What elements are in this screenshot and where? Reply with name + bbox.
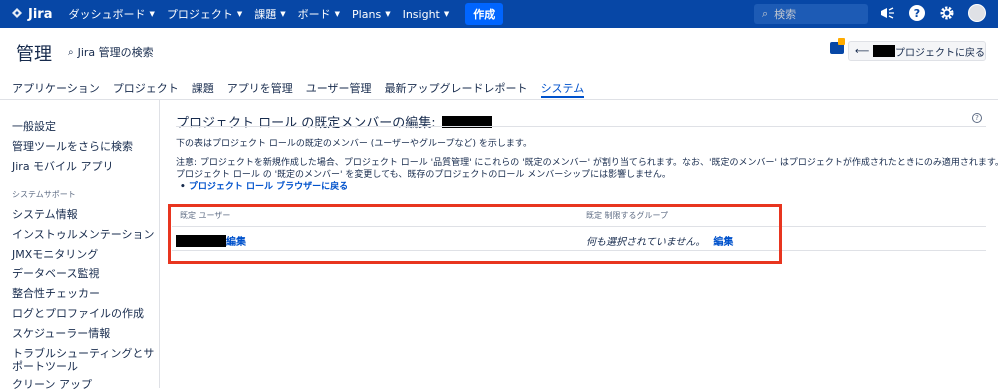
chevron-down-icon: ▼ <box>334 10 341 18</box>
avatar <box>968 4 986 22</box>
logo-text: Jira <box>28 6 53 22</box>
redacted-project-name <box>873 45 895 57</box>
search-icon: ⌕ <box>68 46 74 58</box>
tab-user-management[interactable]: ユーザー管理 <box>306 80 372 98</box>
sidebar-item-system-info[interactable]: システム情報 <box>12 206 78 222</box>
admin-tabs: アプリケーション プロジェクト 課題 アプリを管理 ユーザー管理 最新アップグレ… <box>12 80 597 98</box>
chevron-down-icon: ▼ <box>236 10 243 18</box>
nav-boards[interactable]: ボード ▼ <box>298 6 340 22</box>
nav-issues[interactable]: 課題 ▼ <box>254 6 285 22</box>
chevron-down-icon: ▼ <box>280 10 286 18</box>
tab-system[interactable]: システム <box>540 80 585 98</box>
highlight-annotation-box <box>168 204 782 264</box>
notification-badge <box>838 38 845 45</box>
tab-issues[interactable]: 課題 <box>192 80 214 98</box>
sidebar-item-cleanup[interactable]: クリーン アップ <box>12 376 92 392</box>
help-icon[interactable]: ? <box>972 113 982 123</box>
jira-logo-icon <box>12 8 22 18</box>
nav-dashboards[interactable]: ダッシュボード ▼ <box>68 6 154 22</box>
profile-button[interactable] <box>968 4 986 22</box>
search-placeholder: 検索 <box>774 8 797 21</box>
back-to-project-button[interactable]: ⟵ プロジェクトに戻る <box>848 41 986 61</box>
sidebar-section-heading: システムサポート <box>12 190 76 199</box>
sidebar-item-logging-profiling[interactable]: ログとプロファイルの作成 <box>12 305 144 321</box>
sidebar-item-general-settings[interactable]: 一般設定 <box>12 118 56 134</box>
sidebar-item-instrumentation[interactable]: インストゥルメンテーション <box>12 226 155 242</box>
tab-upgrade-report[interactable]: 最新アップグレードレポート <box>385 80 528 98</box>
sidebar-item-scheduler-details[interactable]: スケジューラー情報 <box>12 325 110 341</box>
sidebar-item-mobile-app[interactable]: Jira モバイル アプリ <box>12 158 114 174</box>
admin-search-label: Jira 管理の検索 <box>77 46 154 59</box>
role-browser-link-label: プロジェクト ロール ブラウザーに戻る <box>188 182 349 192</box>
chevron-down-icon: ▼ <box>385 10 391 18</box>
bullet-icon: • <box>180 182 186 192</box>
nav-insight[interactable]: Insight ▼ <box>403 8 450 21</box>
tab-manage-apps[interactable]: アプリを管理 <box>227 80 293 98</box>
sidebar-item-integrity-checker[interactable]: 整合性チェッカー <box>12 285 100 301</box>
search-icon: ⌕ <box>762 7 769 20</box>
help-icon: ? <box>909 5 925 21</box>
sidebar: 一般設定 管理ツールをさらに検索 Jira モバイル アプリ システムサポート … <box>0 100 160 391</box>
gear-icon[interactable] <box>938 4 956 22</box>
nav-projects[interactable]: プロジェクト ▼ <box>167 6 242 22</box>
section-heading: プロジェクト ロール の既定メンバーの編集: <box>176 112 492 131</box>
help-button[interactable]: ? <box>908 4 926 22</box>
chevron-down-icon: ▼ <box>443 10 450 18</box>
sidebar-item-find-admin-tools[interactable]: 管理ツールをさらに検索 <box>12 138 133 154</box>
jira-logo[interactable]: Jira <box>10 7 52 22</box>
description-text: 下の表はプロジェクト ロールの既定のメンバー (ユーザーやグループなど) を示し… <box>176 139 532 149</box>
heading-divider <box>176 126 986 127</box>
search-input[interactable]: ⌕ 検索 <box>754 4 868 24</box>
tab-projects[interactable]: プロジェクト <box>113 80 179 98</box>
megaphone-icon[interactable] <box>878 4 896 22</box>
arrow-left-icon: ⟵ <box>855 45 870 57</box>
nav-plans[interactable]: Plans ▼ <box>352 8 391 21</box>
page-title: 管理 <box>16 44 52 65</box>
back-button-label: プロジェクトに戻る <box>895 47 985 59</box>
section-heading-text: プロジェクト ロール の既定メンバーの編集: <box>176 116 436 131</box>
sidebar-item-database-monitoring[interactable]: データベース監視 <box>12 265 99 281</box>
top-navigation-bar: Jira ダッシュボード ▼ プロジェクト ▼ 課題 ▼ ボード ▼ Plans ▼ In… <box>0 0 998 28</box>
tab-applications[interactable]: アプリケーション <box>12 80 100 98</box>
sidebar-item-jmx-monitoring[interactable]: JMXモニタリング <box>12 246 98 262</box>
sidebar-item-troubleshooting-cont[interactable]: ポートツール <box>12 358 78 374</box>
admin-search-link[interactable]: ⌕ Jira 管理の検索 <box>68 44 154 60</box>
create-button[interactable]: 作成 <box>465 3 504 25</box>
role-browser-link[interactable]: • プロジェクト ロール ブラウザーに戻る <box>180 179 348 192</box>
chevron-down-icon: ▼ <box>149 10 155 18</box>
